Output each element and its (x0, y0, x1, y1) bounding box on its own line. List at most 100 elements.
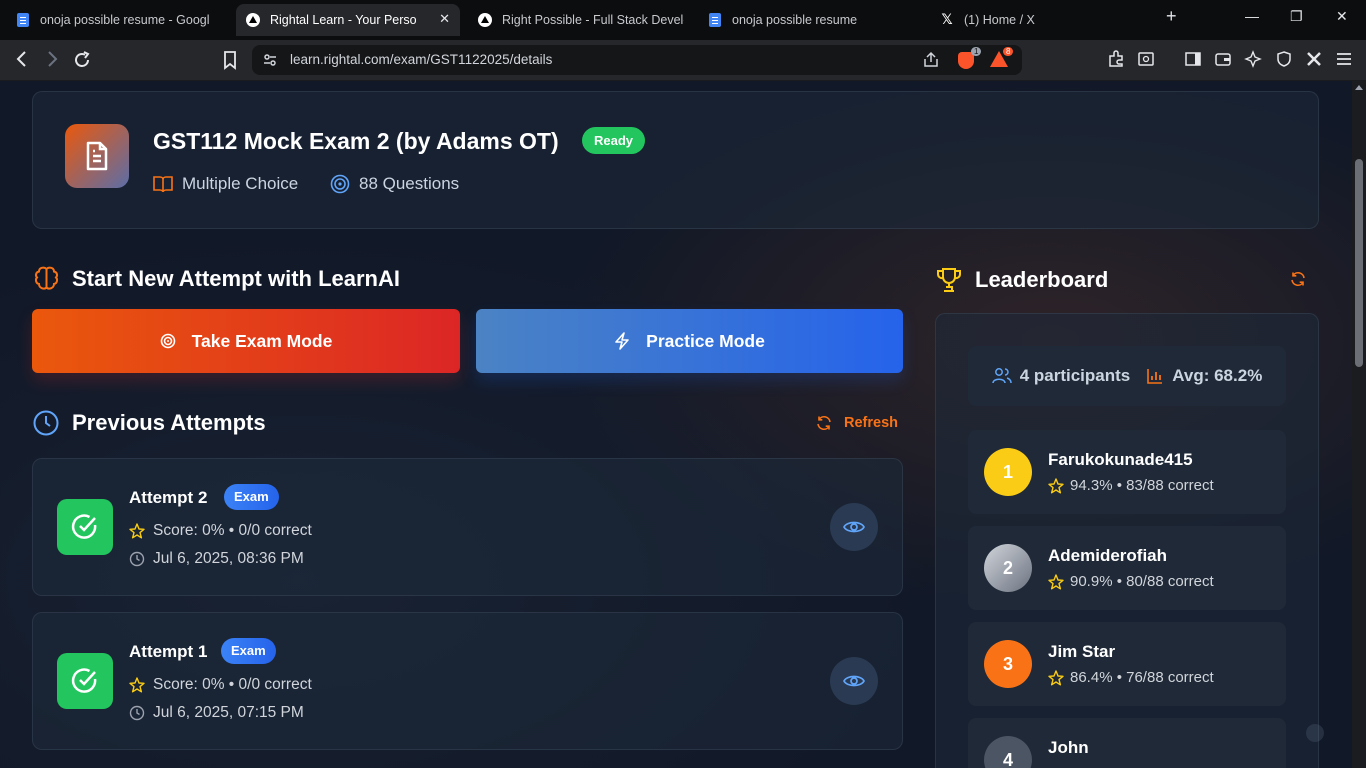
close-window-icon[interactable]: ✕ (1336, 8, 1348, 25)
participant-score: 90.9% • 80/88 correct (1048, 573, 1214, 590)
tab-label: onoja possible resume (732, 13, 858, 27)
shields-count: 1 (971, 47, 982, 56)
tab-search-icon[interactable] (1137, 50, 1155, 73)
tab-right-possible[interactable]: Right Possible - Full Stack Develop (468, 4, 694, 36)
leaderboard-row[interactable]: 2 Ademiderofiah 90.9% • 80/88 correct (968, 526, 1286, 610)
attempt-date-text: Jul 6, 2025, 08:36 PM (153, 550, 304, 567)
participant-name: Jim Star (1048, 642, 1116, 661)
forward-icon[interactable] (44, 50, 60, 73)
leaderboard-row[interactable]: 4 John (968, 718, 1286, 768)
target-icon (160, 333, 175, 349)
take-exam-mode-button[interactable]: Take Exam Mode (32, 309, 460, 373)
attempt-date: Jul 6, 2025, 07:15 PM (129, 704, 304, 722)
back-icon[interactable] (14, 50, 30, 73)
google-docs-icon (16, 13, 30, 27)
leaderboard-title: Leaderboard (975, 267, 1109, 292)
attempt-title: Attempt 1 (129, 642, 208, 661)
previous-attempts-title: Previous Attempts (72, 410, 266, 435)
view-attempt-button[interactable] (830, 503, 878, 551)
menu-icon[interactable] (1335, 50, 1353, 73)
x-icon: 𝕏 (941, 12, 953, 28)
leo-ai-icon[interactable] (1244, 50, 1262, 73)
attempt-mode-badge: Exam (221, 638, 276, 664)
participant-name: Ademiderofiah (1048, 546, 1168, 565)
star-icon (129, 523, 145, 539)
exam-type-label: Multiple Choice (182, 174, 299, 193)
attempt-score: Score: 0% • 0/0 correct (129, 676, 312, 694)
clock-icon (33, 410, 59, 436)
participants-stat: 4 participants (991, 366, 1131, 386)
extensions-icon[interactable] (1107, 50, 1125, 73)
refresh-icon (1291, 271, 1305, 287)
new-tab-icon[interactable]: + (1166, 6, 1177, 27)
participant-score: 86.4% • 76/88 correct (1048, 669, 1214, 686)
page-scrollbar[interactable] (1352, 81, 1366, 768)
sidebar-icon[interactable] (1184, 50, 1202, 73)
bookmark-icon[interactable] (222, 50, 238, 75)
wallet-icon[interactable] (1214, 50, 1232, 73)
participant-score: 94.3% • 83/88 correct (1048, 477, 1214, 494)
target-icon (330, 174, 350, 194)
star-icon (1048, 477, 1064, 493)
scroll-thumb[interactable] (1355, 159, 1363, 367)
restore-icon[interactable]: ❐ (1290, 8, 1303, 25)
rank-badge: 4 (984, 736, 1032, 768)
extension-x-icon[interactable] (1305, 50, 1323, 73)
check-circle-icon (57, 653, 113, 709)
rank-badge: 2 (984, 544, 1032, 592)
close-tab-icon[interactable]: ✕ (439, 11, 450, 27)
exam-type: Multiple Choice (153, 174, 298, 194)
status-badge: Ready (582, 127, 646, 154)
clock-icon (129, 551, 145, 567)
check-circle-icon (57, 499, 113, 555)
start-attempt-title: Start New Attempt with LearnAI (72, 265, 400, 291)
participant-score-text: 90.9% • 80/88 correct (1070, 573, 1214, 590)
rightal-icon (478, 13, 492, 27)
attempt-card: Attempt 1 Exam Score: 0% • 0/0 correct J… (32, 612, 903, 750)
book-icon (153, 176, 173, 193)
participant-name: Farukokunade415 (1048, 450, 1193, 469)
tab-rightal-learn[interactable]: Rightal Learn - Your Personal ✕ (236, 4, 460, 36)
address-bar[interactable]: learn.rightal.com/exam/GST1122025/detail… (252, 45, 1022, 75)
participant-name: John (1048, 738, 1089, 757)
browser-toolbar: learn.rightal.com/exam/GST1122025/detail… (0, 40, 1366, 81)
exam-title: GST112 Mock Exam 2 (by Adams OT) (153, 128, 559, 154)
leaderboard-heading: Leaderboard (935, 266, 1108, 294)
practice-mode-button[interactable]: Practice Mode (476, 309, 903, 373)
tab-label: onoja possible resume - Google D (40, 13, 210, 27)
eye-icon (843, 521, 865, 533)
document-icon (65, 124, 129, 188)
page-content: GST112 Mock Exam 2 (by Adams OT) Ready M… (0, 81, 1352, 768)
refresh-attempts-button[interactable]: Refresh (816, 415, 898, 431)
leaderboard-row[interactable]: 3 Jim Star 86.4% • 76/88 correct (968, 622, 1286, 706)
participant-score-text: 94.3% • 83/88 correct (1070, 477, 1214, 494)
attempt-date: Jul 6, 2025, 08:36 PM (129, 550, 304, 568)
site-info-icon[interactable] (262, 52, 278, 73)
attempt-date-text: Jul 6, 2025, 07:15 PM (153, 704, 304, 721)
tab-x-home[interactable]: 𝕏 (1) Home / X (930, 4, 1152, 36)
take-exam-mode-label: Take Exam Mode (191, 330, 333, 351)
star-icon (1048, 573, 1064, 589)
attempt-title: Attempt 2 (129, 488, 208, 507)
view-attempt-button[interactable] (830, 657, 878, 705)
vpn-shield-icon[interactable] (1275, 50, 1293, 73)
tab-google-docs-resume[interactable]: onoja possible resume - Google D (6, 4, 234, 36)
tab-onoja-resume[interactable]: onoja possible resume (698, 4, 920, 36)
average-stat: Avg: 68.2% (1146, 366, 1262, 386)
reload-icon[interactable] (72, 50, 92, 75)
star-icon (129, 677, 145, 693)
tab-label: Rightal Learn - Your Personal (270, 13, 416, 27)
attempt-score-text: Score: 0% • 0/0 correct (153, 676, 312, 693)
minimize-icon[interactable]: — (1245, 8, 1259, 24)
eye-icon (843, 675, 865, 687)
tab-label: (1) Home / X (964, 13, 1035, 27)
attempt-card: Attempt 2 Exam Score: 0% • 0/0 correct J… (32, 458, 903, 596)
practice-mode-label: Practice Mode (646, 330, 765, 351)
refresh-leaderboard-button[interactable] (1290, 271, 1306, 292)
scroll-up-icon[interactable] (1355, 85, 1363, 90)
leaderboard-stats: 4 participants Avg: 68.2% (968, 346, 1286, 406)
previous-attempts-heading: Previous Attempts (33, 410, 266, 436)
participants-count: 4 participants (1019, 366, 1131, 385)
leaderboard-row[interactable]: 1 Farukokunade415 94.3% • 83/88 correct (968, 430, 1286, 514)
share-icon[interactable] (922, 51, 940, 74)
